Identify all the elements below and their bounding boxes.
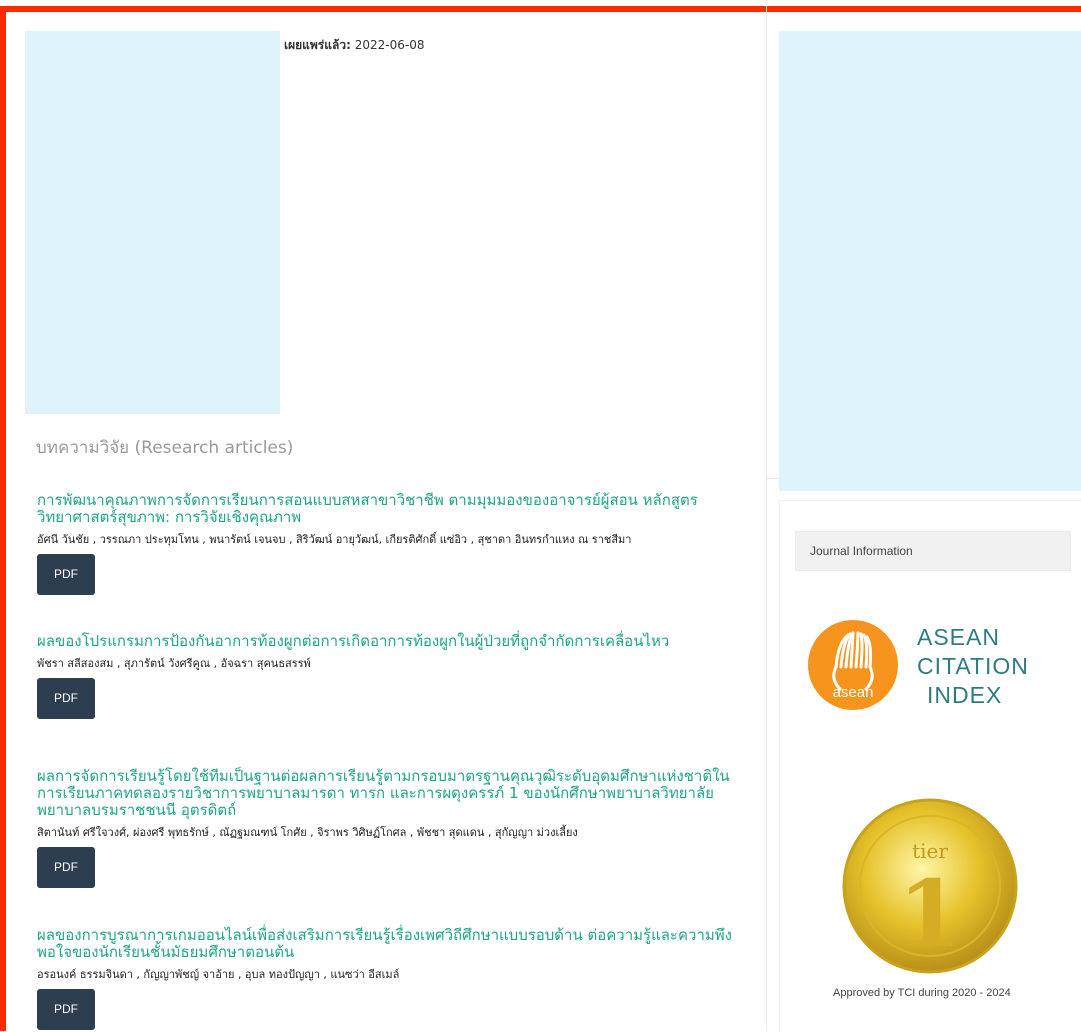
- article-title-link[interactable]: การพัฒนาคุณภาพการจัดการเรียนการสอนแบบสหส…: [37, 492, 752, 526]
- issue-cover-image[interactable]: [25, 31, 280, 414]
- asean-logo-text: ASEAN CITATION INDEX: [917, 623, 1029, 710]
- tci-tier-1-badge[interactable]: tier 1: [840, 796, 1020, 976]
- article-item: ผลของโปรแกรมการป้องกันอาการท้องผูกต่อการ…: [37, 633, 752, 719]
- article-authors: อัศนี วันชัย , วรรณภา ประทุมโทน , พนารัต…: [37, 533, 632, 546]
- article-title-link[interactable]: ผลของการบูรณาการเกมออนไลน์เพื่อส่งเสริมก…: [37, 927, 752, 961]
- article-item: การพัฒนาคุณภาพการจัดการเรียนการสอนแบบสหส…: [37, 492, 752, 595]
- tci-caption: Approved by TCI during 2020 - 2024: [833, 987, 1011, 999]
- pdf-button[interactable]: PDF: [37, 989, 95, 1030]
- asean-logo-line: ASEAN: [917, 624, 1000, 650]
- published-label: เผยแพร่แล้ว:: [284, 38, 351, 52]
- article-authors: พัชรา สลีสองสม , สุภารัตน์ วังศรีคูณ , อ…: [37, 657, 311, 670]
- main-content: เผยแพร่แล้ว: 2022-06-08 บทความวิจัย (Res…: [0, 0, 767, 1031]
- divider: [766, 478, 780, 479]
- tier-number: 1: [898, 860, 962, 968]
- pdf-button[interactable]: PDF: [37, 678, 95, 719]
- section-heading: บทความวิจัย (Research articles): [36, 438, 294, 458]
- asean-word: asean: [833, 684, 874, 701]
- published-date-value: 2022-06-08: [354, 38, 425, 52]
- article-title-link[interactable]: ผลของโปรแกรมการป้องกันอาการท้องผูกต่อการ…: [37, 633, 752, 650]
- asean-logo-line: CITATION: [917, 653, 1029, 679]
- asean-logo-line: INDEX: [927, 682, 1003, 708]
- article-title-link[interactable]: ผลการจัดการเรียนรู้โดยใช้ทีมเป็นฐานต่อผล…: [37, 768, 752, 819]
- published-date: เผยแพร่แล้ว: 2022-06-08: [284, 36, 424, 55]
- article-item: ผลของการบูรณาการเกมออนไลน์เพื่อส่งเสริมก…: [37, 927, 752, 1030]
- pdf-button[interactable]: PDF: [37, 847, 95, 888]
- article-item: ผลการจัดการเรียนรู้โดยใช้ทีมเป็นฐานต่อผล…: [37, 768, 752, 888]
- pdf-button[interactable]: PDF: [37, 554, 95, 595]
- article-authors: อรอนงค์ ธรรมจินดา , กัญญาพัชญ์ จาอ้าย , …: [37, 968, 400, 981]
- sidebar-block-title: Journal Information: [795, 531, 1071, 571]
- article-authors: สิตานันท์ ศรีใจวงศ์, ผ่องศรี พุทธรักษ์ ,…: [37, 826, 578, 839]
- sidebar-banner-image: [779, 31, 1081, 491]
